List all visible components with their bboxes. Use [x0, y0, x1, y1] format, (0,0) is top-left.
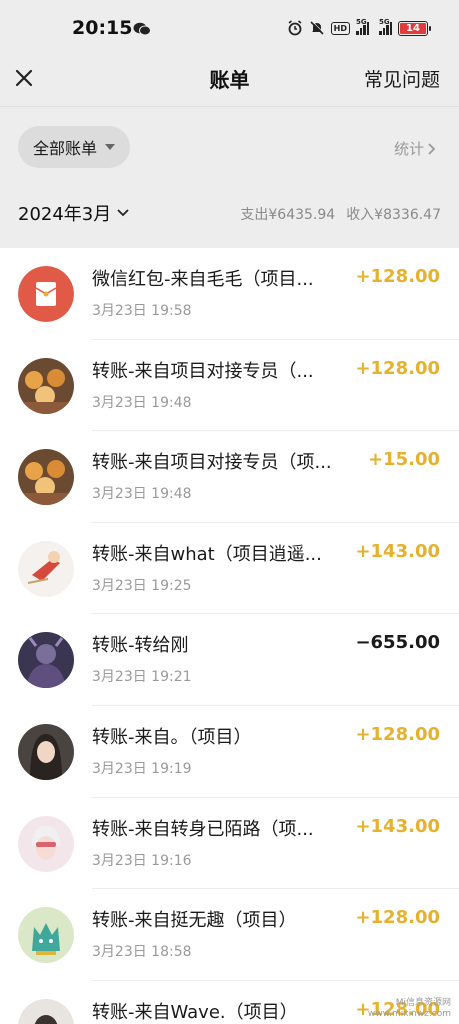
transaction-title: 转账-来自what（项目逍遥... — [92, 543, 322, 565]
status-icons: HD 5G 5G 14 — [287, 18, 431, 36]
transaction-list: 微信红包-来自毛毛（项目... 3月23日 19:58 +128.00 转账-来… — [0, 248, 459, 1024]
user-avatar — [18, 357, 74, 414]
chevron-down-icon — [117, 209, 129, 217]
user-avatar — [18, 723, 74, 780]
transaction-row[interactable]: 微信红包-来自毛毛（项目... 3月23日 19:58 +128.00 — [0, 248, 459, 340]
transaction-time: 3月23日 19:25 — [92, 577, 192, 594]
transaction-time: 3月23日 19:16 — [92, 852, 192, 869]
nav-bar: 账单 常见问题 — [0, 58, 459, 106]
user-avatar — [18, 998, 74, 1024]
battery-icon: 14 — [398, 20, 431, 36]
watermark: Mi信息资源网 www.mixinwz.com — [368, 998, 451, 1020]
hd-badge: HD — [330, 21, 350, 35]
filter-label: 全部账单 — [33, 139, 98, 158]
transaction-amount: +128.00 — [355, 723, 440, 745]
watermark-line1: Mi信息资源网 — [395, 998, 451, 1008]
chevron-right-icon — [428, 142, 436, 155]
status-bar: 20:15 HD 5G 5G 14 — [0, 0, 459, 58]
transaction-time: 3月23日 19:48 — [92, 394, 192, 411]
transaction-time: 3月23日 19:58 — [92, 303, 192, 319]
transaction-row[interactable]: 转账-来自what（项目逍遥... 3月23日 19:25 +143.00 — [0, 523, 459, 615]
transaction-amount: +143.00 — [355, 815, 440, 837]
user-avatar — [18, 540, 74, 597]
status-time: 20:15 — [72, 17, 133, 39]
transaction-row[interactable]: 转账-来自项目对接专员（项... 3月23日 19:48 +15.00 — [0, 431, 459, 523]
alarm-icon — [288, 20, 302, 36]
transaction-row[interactable]: 转账-来自转身已陌路（项... 3月23日 19:16 +143.00 — [0, 798, 459, 890]
user-avatar — [18, 907, 74, 964]
transaction-time: 3月23日 19:19 — [92, 760, 192, 777]
filter-bar: 全部账单 统计 — [0, 106, 459, 184]
bill-type-filter[interactable]: 全部账单 — [18, 126, 131, 168]
user-avatar — [18, 815, 74, 872]
transaction-title: 转账-来自转身已陌路（项... — [92, 818, 314, 840]
transaction-time: 3月23日 19:48 — [92, 486, 192, 503]
statistics-label: 统计 — [393, 140, 424, 158]
transaction-title: 转账-来自挺无趣（项目） — [92, 910, 297, 932]
transaction-row[interactable]: 转账-来自挺无趣（项目） 3月23日 18:58 +128.00 — [0, 889, 459, 981]
signal-icon-1: 5G — [356, 18, 369, 35]
red-packet-avatar — [18, 266, 74, 322]
month-summary: 支出¥6435.94 收入¥8336.47 — [240, 204, 441, 224]
transaction-row[interactable]: 转账-来自项目对接专员（... 3月23日 19:48 +128.00 — [0, 340, 459, 432]
user-avatar — [18, 632, 74, 689]
transaction-title: 转账-来自。（项目） — [92, 726, 252, 748]
mute-icon — [310, 20, 324, 35]
month-bar: 2024年3月 支出¥6435.94 收入¥8336.47 — [0, 184, 459, 248]
transaction-amount: +128.00 — [355, 266, 440, 287]
transaction-amount: +128.00 — [355, 907, 440, 929]
transaction-amount: +143.00 — [355, 540, 440, 562]
user-avatar — [18, 449, 74, 506]
income-total: 收入¥8336.47 — [346, 207, 441, 223]
transaction-title: 转账-转给刚 — [92, 635, 189, 657]
chevron-down-icon — [105, 144, 116, 150]
signal-icon-2: 5G — [379, 18, 392, 35]
faq-link[interactable]: 常见问题 — [364, 65, 440, 92]
header-area: 20:15 HD 5G 5G 14 账单 常见问题 全部账单 统计 2024年3… — [0, 0, 459, 248]
transaction-time: 3月23日 19:21 — [92, 669, 192, 686]
transaction-title: 微信红包-来自毛毛（项目... — [92, 269, 314, 290]
expense-total: 支出¥6435.94 — [240, 207, 336, 223]
statistics-link[interactable]: 统计 — [394, 138, 437, 159]
transaction-row[interactable]: 转账-来自。（项目） 3月23日 19:19 +128.00 — [0, 706, 459, 798]
transaction-title: 转账-来自项目对接专员（... — [92, 360, 314, 382]
transaction-title: 转账-来自项目对接专员（项... — [92, 452, 332, 474]
transaction-time: 3月23日 18:58 — [92, 944, 192, 961]
watermark-line2: www.mixinwz.com — [367, 1009, 451, 1019]
month-label: 2024年3月 — [18, 204, 112, 225]
wechat-notification-icon — [133, 22, 151, 36]
transaction-row[interactable]: 转账-转给刚 3月23日 19:21 −655.00 — [0, 614, 459, 706]
month-selector[interactable]: 2024年3月 — [18, 200, 130, 226]
transaction-amount: +15.00 — [367, 449, 440, 471]
transaction-title: 转账-来自Wave.（项目） — [92, 1001, 298, 1023]
transaction-amount: −655.00 — [355, 632, 440, 654]
transaction-amount: +128.00 — [355, 357, 440, 379]
